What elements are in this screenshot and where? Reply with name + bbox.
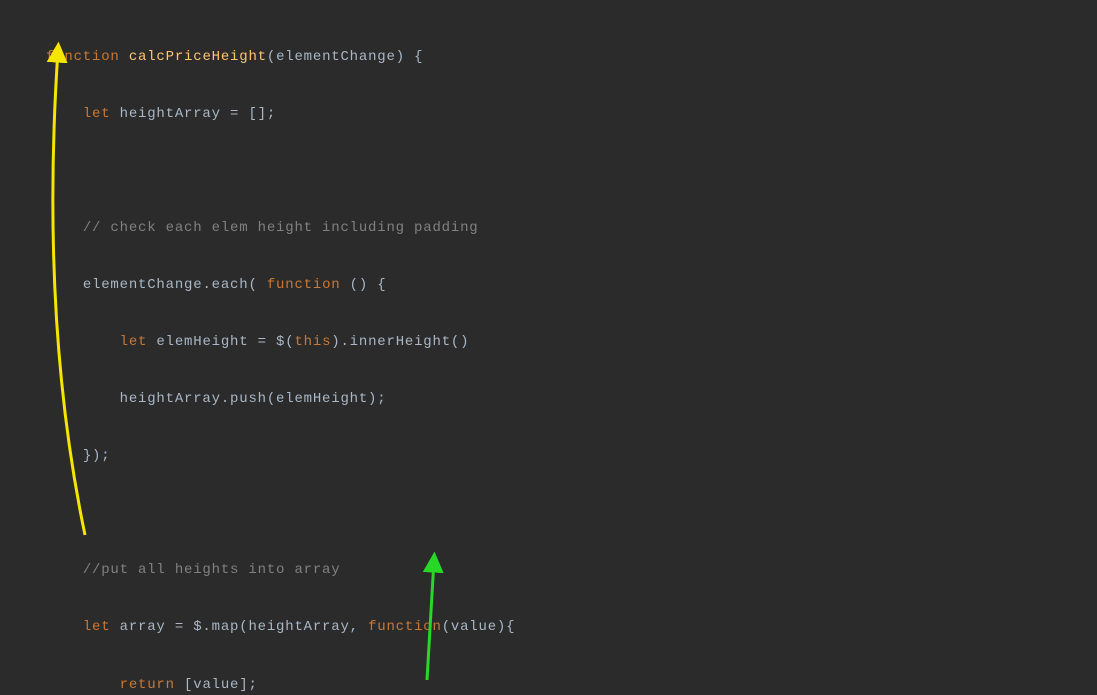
- code-line: function calcPriceHeight(elementChange) …: [46, 43, 1097, 72]
- code-line: //put all heights into array: [46, 556, 1097, 585]
- txt: });: [83, 448, 111, 464]
- var: heightArray: [120, 106, 221, 122]
- code-line: return [value];: [46, 671, 1097, 695]
- keyword-function: function: [368, 619, 442, 635]
- obj: elementChange: [83, 277, 203, 293]
- after: ).innerHeight(): [331, 334, 469, 350]
- code-line: });: [46, 442, 1097, 471]
- var: elemHeight = $(: [147, 334, 294, 350]
- code-line: heightArray.push(elemHeight);: [46, 385, 1097, 414]
- code-line: [46, 157, 1097, 186]
- code-line: elementChange.each( function () {: [46, 271, 1097, 300]
- code-line: // check each elem height including padd…: [46, 214, 1097, 243]
- code-line: let array = $.map(heightArray, function(…: [46, 613, 1097, 642]
- before: array = $.map(heightArray,: [110, 619, 368, 635]
- after: (value){: [442, 619, 516, 635]
- rest: () {: [340, 277, 386, 293]
- code-line: [46, 499, 1097, 528]
- code-line: let elemHeight = $(this).innerHeight(): [46, 328, 1097, 357]
- keyword-return: return: [120, 677, 175, 693]
- code-editor[interactable]: function calcPriceHeight(elementChange) …: [0, 0, 1097, 695]
- keyword-function: function: [267, 277, 341, 293]
- comment: //put all heights into array: [83, 562, 341, 578]
- rest: = [];: [221, 106, 276, 122]
- paren-brace: ) {: [396, 49, 424, 65]
- comment: // check each elem height including padd…: [83, 220, 479, 236]
- keyword-let: let: [120, 334, 148, 350]
- paren: (: [267, 49, 276, 65]
- rest: [value];: [175, 677, 258, 693]
- param: elementChange: [276, 49, 396, 65]
- keyword-let: let: [83, 106, 111, 122]
- code-line: let heightArray = [];: [46, 100, 1097, 129]
- keyword-this: this: [294, 334, 331, 350]
- keyword-function: function: [46, 49, 120, 65]
- dot-each: .each(: [202, 277, 266, 293]
- keyword-let: let: [83, 619, 111, 635]
- function-name: calcPriceHeight: [129, 49, 267, 65]
- txt: heightArray.push(elemHeight);: [120, 391, 387, 407]
